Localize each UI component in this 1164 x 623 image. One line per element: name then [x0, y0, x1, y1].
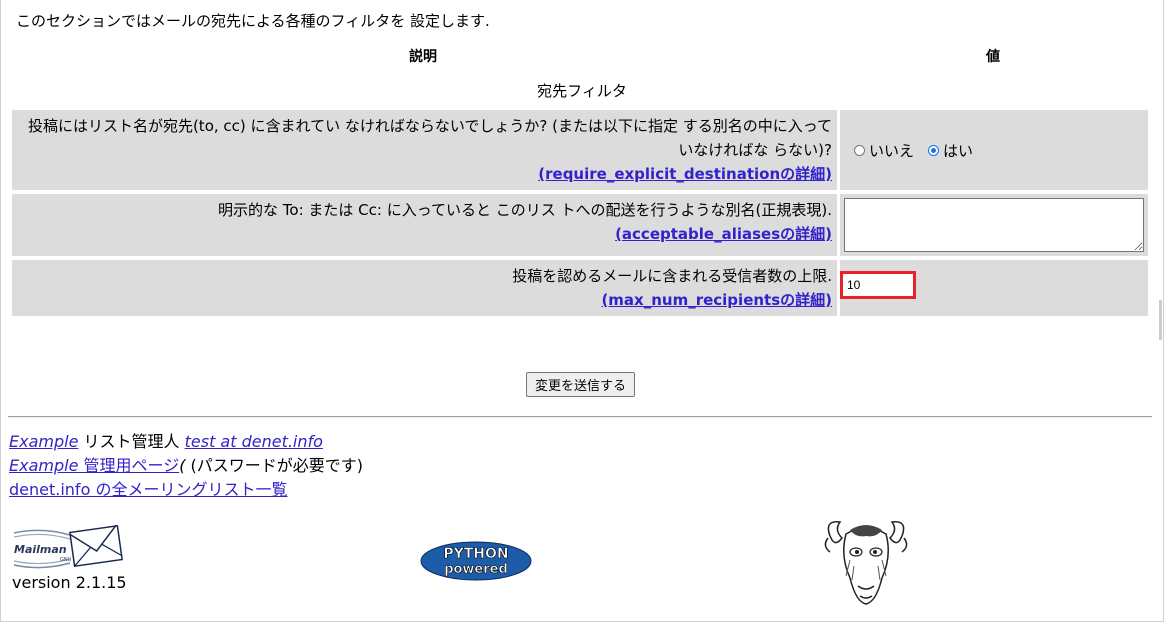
radio-no[interactable]: [854, 145, 865, 156]
owner-label: リスト管理人: [78, 432, 185, 451]
row-max-num-recipients-description: 投稿を認めるメールに含まれる受信者数の上限. (max_num_recipien…: [12, 260, 837, 316]
svg-text:PYTHON: PYTHON: [443, 546, 508, 562]
require-explicit-destination-detail-link[interactable]: (require_explicit_destinationの詳細): [538, 165, 832, 183]
footer-divider: [8, 416, 1152, 418]
section-intro: このセクションではメールの宛先による各種のフィルタを 設定します.: [16, 12, 490, 30]
footer-line-admin: Example 管理用ページ( (パスワードが必要です): [9, 452, 363, 476]
row-acceptable-aliases-description: 明示的な To: または Cc: に入っていると このリス トへの配送を行うよう…: [12, 194, 837, 256]
require-explicit-destination-radio-group: いいえ はい: [854, 140, 973, 161]
password-required-note: ( (パスワードが必要です): [179, 456, 364, 475]
acceptable-aliases-textarea[interactable]: [844, 198, 1144, 252]
mailman-logo-text: Mailman: [14, 543, 67, 556]
acceptable-aliases-detail-link[interactable]: (acceptable_aliasesの詳細): [615, 225, 832, 243]
header-value: 値: [986, 49, 1000, 65]
max-num-recipients-input[interactable]: [843, 274, 913, 296]
submit-changes-button[interactable]: 変更を送信する: [526, 372, 636, 397]
all-lists-link[interactable]: denet.info の全メーリングリスト一覧: [9, 480, 287, 499]
row-require-explicit-destination-value: いいえ はい: [840, 110, 1148, 190]
admin-page-link[interactable]: Example 管理用ページ: [9, 456, 179, 475]
row-acceptable-aliases-value: [840, 194, 1148, 256]
radio-yes[interactable]: [928, 145, 940, 156]
header-description: 説明: [409, 49, 437, 65]
version-text: version 2.1.15: [12, 573, 127, 592]
section-title: 宛先フィルタ: [537, 82, 627, 100]
row-require-explicit-destination-description: 投稿にはリスト名が宛先(to, cc) に含まれてい なければならないでしょうか…: [12, 110, 837, 190]
mailman-logo[interactable]: Mailman GNU: [12, 525, 124, 573]
footer-line-all-lists: denet.info の全メーリングリスト一覧: [9, 476, 287, 500]
svg-text:GNU: GNU: [60, 557, 72, 563]
row-text: 明示的な To: または Cc: に入っていると このリス トへの配送を行うよう…: [218, 201, 832, 219]
footer-line-owner: Example リスト管理人 test at denet.info: [9, 428, 323, 452]
gnu-head-logo[interactable]: [820, 516, 912, 608]
row-text: 投稿を認めるメールに含まれる受信者数の上限.: [512, 267, 832, 285]
scrollbar[interactable]: [1159, 300, 1162, 340]
svg-text:powered: powered: [444, 562, 508, 577]
owner-email-link[interactable]: test at denet.info: [185, 432, 323, 451]
radio-yes-label[interactable]: はい: [943, 140, 973, 161]
max-num-recipients-input-highlight: [840, 271, 916, 299]
list-name-link[interactable]: Example: [9, 432, 78, 451]
python-powered-logo[interactable]: PYTHON powered: [420, 540, 532, 582]
radio-no-label[interactable]: いいえ: [869, 140, 914, 161]
row-text: 投稿にはリスト名が宛先(to, cc) に含まれてい なければならないでしょうか…: [27, 117, 832, 159]
max-num-recipients-detail-link[interactable]: (max_num_recipientsの詳細): [601, 291, 832, 309]
